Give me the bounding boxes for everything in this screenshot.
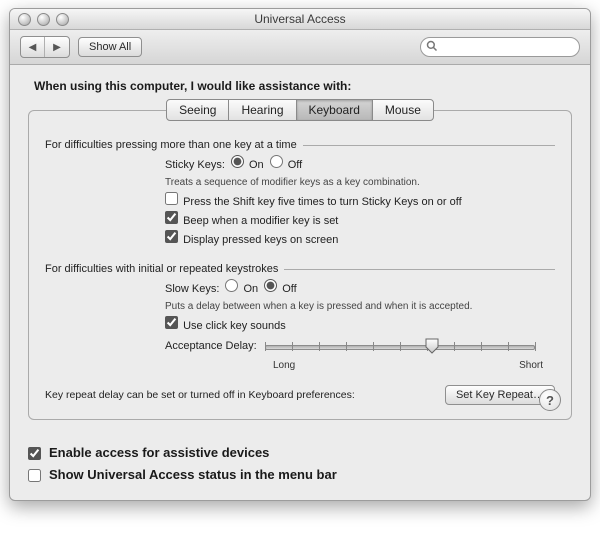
page-heading: When using this computer, I would like a… — [34, 79, 572, 93]
section-title-slow-text: For difficulties with initial or repeate… — [45, 263, 278, 275]
sticky-keys-label: Sticky Keys: — [165, 156, 225, 174]
search-input[interactable] — [420, 37, 580, 57]
back-button[interactable]: ◀ — [21, 37, 45, 57]
slow-on-radio[interactable]: On — [225, 279, 258, 298]
tab-seeing[interactable]: Seeing — [166, 99, 229, 121]
section-title-sticky-text: For difficulties pressing more than one … — [45, 139, 297, 151]
menubar-status-checkbox[interactable]: Show Universal Access status in the menu… — [28, 464, 572, 486]
content-area: When using this computer, I would like a… — [10, 65, 590, 432]
prefs-window: Universal Access ◀ ▶ Show All When using… — [9, 8, 591, 501]
assistive-devices-checkbox[interactable]: Enable access for assistive devices — [28, 442, 572, 464]
slow-off-radio[interactable]: Off — [264, 279, 297, 298]
forward-button[interactable]: ▶ — [45, 37, 69, 57]
section-title-slow: For difficulties with initial or repeate… — [45, 263, 555, 275]
search-icon — [426, 40, 438, 52]
sticky-on-radio[interactable]: On — [231, 155, 264, 174]
tab-bar: Seeing Hearing Keyboard Mouse — [28, 99, 572, 121]
search-field-wrap — [420, 37, 580, 57]
titlebar: Universal Access — [10, 9, 590, 30]
minimize-icon[interactable] — [37, 13, 50, 26]
tab-hearing[interactable]: Hearing — [228, 99, 296, 121]
slow-keys-label: Slow Keys: — [165, 280, 219, 298]
key-repeat-note: Key repeat delay can be set or turned of… — [45, 389, 355, 401]
sticky-off-radio[interactable]: Off — [270, 155, 303, 174]
help-button[interactable]: ? — [539, 389, 561, 411]
beep-checkbox[interactable]: Beep when a modifier key is set — [165, 211, 338, 230]
window-title: Universal Access — [10, 12, 590, 26]
sticky-hint: Treats a sequence of modifier keys as a … — [165, 174, 555, 192]
tab-mouse[interactable]: Mouse — [372, 99, 434, 121]
display-keys-checkbox[interactable]: Display pressed keys on screen — [165, 230, 338, 249]
slider-short-label: Short — [519, 357, 543, 375]
acceptance-delay-label: Acceptance Delay: — [165, 337, 257, 355]
nav-segment: ◀ ▶ — [20, 36, 70, 58]
show-all-button[interactable]: Show All — [78, 37, 142, 57]
shift5-checkbox[interactable]: Press the Shift key five times to turn S… — [165, 192, 462, 211]
close-icon[interactable] — [18, 13, 31, 26]
window-bottom-options: Enable access for assistive devices Show… — [10, 432, 590, 500]
acceptance-delay-slider[interactable] — [265, 338, 535, 354]
zoom-icon[interactable] — [56, 13, 69, 26]
section-title-sticky: For difficulties pressing more than one … — [45, 139, 555, 151]
toolbar: ◀ ▶ Show All — [10, 30, 590, 65]
slider-long-label: Long — [273, 357, 295, 375]
click-sounds-checkbox[interactable]: Use click key sounds — [165, 316, 286, 335]
tab-keyboard[interactable]: Keyboard — [296, 99, 373, 121]
tab-pane: For difficulties pressing more than one … — [28, 110, 572, 420]
slow-hint: Puts a delay between when a key is press… — [165, 298, 555, 316]
